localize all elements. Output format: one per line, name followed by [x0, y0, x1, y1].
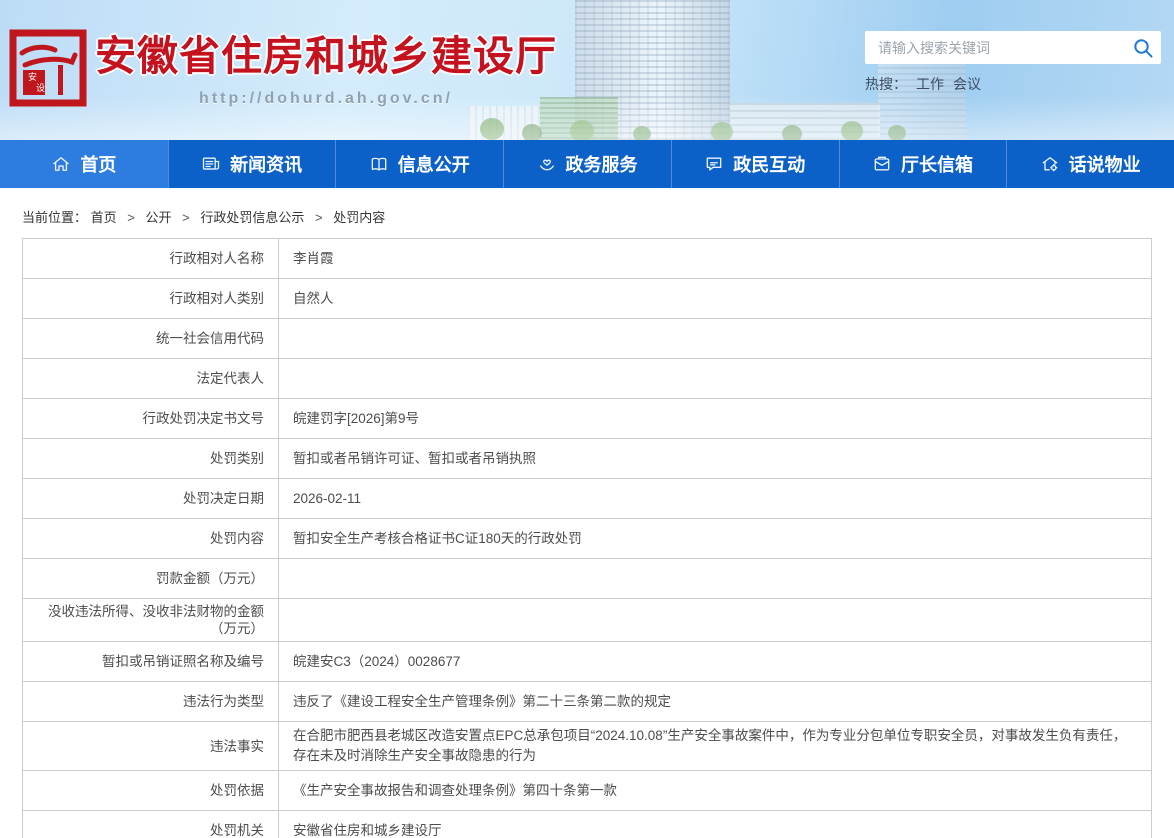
search-icon: [1131, 36, 1155, 60]
search-box: [865, 31, 1161, 64]
nav-item-label: 信息公开: [398, 151, 470, 177]
breadcrumb-current: 处罚内容: [333, 210, 385, 225]
table-row: 违法行为类型 违反了《建设工程安全生产管理条例》第二十三条第二款的规定: [23, 682, 1151, 722]
row-value: 2026-02-11: [279, 479, 1151, 518]
table-row: 法定代表人: [23, 359, 1151, 399]
row-value: 在合肥市肥西县老城区改造安置点EPC总承包项目“2024.10.08”生产安全事…: [279, 722, 1151, 770]
nav-item-label: 新闻资讯: [230, 151, 302, 177]
table-row: 罚款金额（万元）: [23, 559, 1151, 599]
row-label: 行政相对人名称: [23, 239, 279, 278]
row-label: 没收违法所得、没收非法财物的金额（万元）: [23, 599, 279, 641]
site-url: http://dohurd.ah.gov.cn/: [95, 90, 557, 108]
row-label: 罚款金额（万元）: [23, 559, 279, 598]
search-area: 热搜： 工作会议: [865, 31, 1161, 94]
hot-search: 热搜： 工作会议: [865, 74, 1161, 94]
mailbox-icon: [872, 154, 892, 174]
breadcrumb-separator: >: [182, 210, 190, 225]
breadcrumb: 当前位置： 首页 > 公开 > 行政处罚信息公示 > 处罚内容: [0, 188, 1174, 238]
row-value: 安徽省住房和城乡建设厅: [279, 811, 1151, 838]
home-icon: [51, 154, 71, 174]
row-label: 法定代表人: [23, 359, 279, 398]
nav-item-home[interactable]: 首页: [0, 140, 168, 188]
table-row: 违法事实 在合肥市肥西县老城区改造安置点EPC总承包项目“2024.10.08”…: [23, 722, 1151, 771]
breadcrumb-separator: >: [127, 210, 135, 225]
row-value: [279, 359, 1151, 398]
site-header: 安 设 安徽省住房和城乡建设厅 http://dohurd.ah.gov.cn/…: [0, 0, 1174, 140]
nav-item-news[interactable]: 新闻资讯: [168, 140, 336, 188]
table-row: 暂扣或吊销证照名称及编号 皖建安C3（2024）0028677: [23, 642, 1151, 682]
nav-item-label: 政务服务: [566, 151, 638, 177]
row-label: 统一社会信用代码: [23, 319, 279, 358]
hot-keyword[interactable]: 会议: [953, 76, 981, 92]
row-label: 处罚决定日期: [23, 479, 279, 518]
house-gear-icon: [1040, 154, 1060, 174]
row-value: 李肖霞: [279, 239, 1151, 278]
nav-item-label: 话说物业: [1069, 151, 1141, 177]
site-title: 安徽省住房和城乡建设厅: [95, 22, 557, 82]
row-label: 处罚类别: [23, 439, 279, 478]
table-row: 统一社会信用代码: [23, 319, 1151, 359]
row-value: 《生产安全事故报告和调查处理条例》第四十条第一款: [279, 771, 1151, 810]
nav-item-label: 首页: [80, 151, 116, 177]
row-value: 暂扣或者吊销许可证、暂扣或者吊销执照: [279, 439, 1151, 478]
row-value: 暂扣安全生产考核合格证书C证180天的行政处罚: [279, 519, 1151, 558]
nav-item-interaction[interactable]: 政民互动: [671, 140, 839, 188]
row-value: 违反了《建设工程安全生产管理条例》第二十三条第二款的规定: [279, 682, 1151, 721]
row-label: 行政处罚决定书文号: [23, 399, 279, 438]
row-value: 自然人: [279, 279, 1151, 318]
open-book-icon: [369, 154, 389, 174]
row-value: 皖建安C3（2024）0028677: [279, 642, 1151, 681]
nav-item-mailbox[interactable]: 厅长信箱: [839, 140, 1007, 188]
breadcrumb-prefix: 当前位置：: [22, 210, 87, 225]
nav-item-label: 厅长信箱: [901, 151, 973, 177]
hot-search-label: 热搜：: [865, 76, 907, 92]
nav-item-info[interactable]: 信息公开: [335, 140, 503, 188]
page-root: 安 设 安徽省住房和城乡建设厅 http://dohurd.ah.gov.cn/…: [0, 0, 1174, 838]
nav-item-property[interactable]: 话说物业: [1006, 140, 1174, 188]
title-block: 安徽省住房和城乡建设厅 http://dohurd.ah.gov.cn/: [95, 22, 557, 108]
table-row: 处罚内容 暂扣安全生产考核合格证书C证180天的行政处罚: [23, 519, 1151, 559]
search-input[interactable]: [865, 31, 1115, 64]
row-value: [279, 599, 1151, 641]
breadcrumb-link-open[interactable]: 公开: [146, 210, 172, 225]
svg-text:设: 设: [36, 83, 45, 93]
row-label: 违法行为类型: [23, 682, 279, 721]
nav-item-label: 政民互动: [733, 151, 805, 177]
table-row: 处罚依据 《生产安全事故报告和调查处理条例》第四十条第一款: [23, 771, 1151, 811]
row-value: [279, 559, 1151, 598]
site-logo[interactable]: 安 设: [8, 28, 88, 108]
service-hands-icon: [537, 154, 557, 174]
penalty-table: 行政相对人名称 李肖霞 行政相对人类别 自然人 统一社会信用代码 法定代表人 行…: [22, 238, 1152, 838]
row-value: [279, 319, 1151, 358]
row-label: 处罚机关: [23, 811, 279, 838]
breadcrumb-link-penalty-list[interactable]: 行政处罚信息公示: [200, 210, 304, 225]
search-button[interactable]: [1131, 36, 1155, 60]
table-row: 处罚类别 暂扣或者吊销许可证、暂扣或者吊销执照: [23, 439, 1151, 479]
breadcrumb-link-home[interactable]: 首页: [91, 210, 117, 225]
table-row: 没收违法所得、没收非法财物的金额（万元）: [23, 599, 1151, 642]
table-row: 行政相对人类别 自然人: [23, 279, 1151, 319]
hot-keyword[interactable]: 工作: [916, 76, 944, 92]
row-label: 行政相对人类别: [23, 279, 279, 318]
table-row: 行政处罚决定书文号 皖建罚字[2026]第9号: [23, 399, 1151, 439]
table-row: 处罚决定日期 2026-02-11: [23, 479, 1151, 519]
row-label: 处罚内容: [23, 519, 279, 558]
row-label: 处罚依据: [23, 771, 279, 810]
emblem-icon: 安 设: [8, 28, 88, 108]
table-row: 处罚机关 安徽省住房和城乡建设厅: [23, 811, 1151, 838]
svg-text:安: 安: [28, 71, 37, 82]
news-icon: [201, 154, 221, 174]
chat-bubble-icon: [704, 154, 724, 174]
main-nav: 首页 新闻资讯 信息公开: [0, 140, 1174, 188]
breadcrumb-separator: >: [315, 210, 323, 225]
nav-item-services[interactable]: 政务服务: [503, 140, 671, 188]
table-row: 行政相对人名称 李肖霞: [23, 239, 1151, 279]
row-label: 违法事实: [23, 722, 279, 770]
row-value: 皖建罚字[2026]第9号: [279, 399, 1151, 438]
row-label: 暂扣或吊销证照名称及编号: [23, 642, 279, 681]
